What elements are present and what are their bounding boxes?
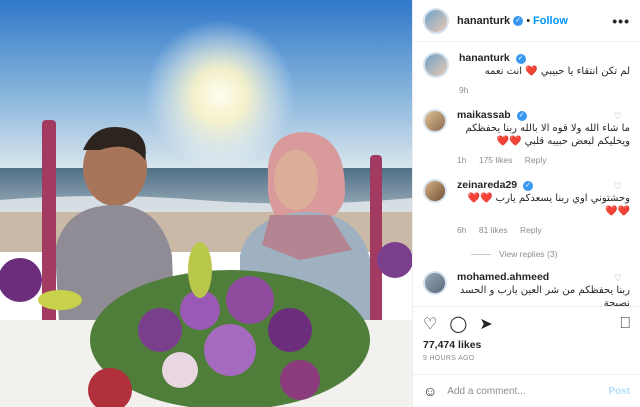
caption-avatar[interactable]	[423, 52, 449, 78]
author-username[interactable]: hananturk	[457, 15, 510, 27]
post-actions: ♡ ◯ ➤ ⎕ 77,474 likes 9 HOURS AGO	[413, 306, 640, 374]
bookmark-icon[interactable]: ⎕	[620, 315, 630, 333]
reply-button[interactable]: Reply	[520, 225, 542, 235]
reply-button[interactable]: Reply	[525, 155, 547, 165]
comment-text: ربنا يحفظكم من شر العين يارب و الحسد نصي…	[459, 285, 630, 306]
add-comment-bar: ☺ Add a comment... Post	[413, 374, 640, 407]
comment-username[interactable]: maikassab	[457, 109, 511, 121]
comment-time[interactable]: 6h	[457, 225, 466, 235]
view-replies-button[interactable]: View replies (3)	[471, 249, 630, 259]
photo-illustration	[0, 0, 412, 407]
share-send-icon[interactable]: ➤	[479, 314, 492, 334]
caption-time[interactable]: 9h	[459, 85, 468, 95]
post-time[interactable]: 9 HOURS AGO	[423, 355, 630, 362]
header-separator: •	[526, 14, 531, 27]
caption-text: لم تكن انتقاء يا حبيبي ❤️ انت نعمه	[484, 66, 630, 77]
comment-item: maikassab ✓ ما شاء الله ولا قوه الا بالل…	[423, 109, 630, 167]
verified-badge-icon: ✓	[513, 15, 524, 26]
follow-button[interactable]: Follow	[533, 15, 568, 27]
instagram-post: hananturk ✓ • Follow ••• hananturk ✓ لم …	[0, 0, 640, 407]
comment-likes[interactable]: 175 likes	[479, 155, 513, 165]
post-side-panel: hananturk ✓ • Follow ••• hananturk ✓ لم …	[412, 0, 640, 407]
comment-like-heart-icon[interactable]: ♡	[614, 111, 622, 122]
comment-likes[interactable]: 81 likes	[479, 225, 508, 235]
comment-avatar[interactable]	[423, 271, 447, 295]
emoji-icon[interactable]: ☺	[423, 383, 437, 399]
comment-username[interactable]: zeinareda29	[457, 179, 517, 191]
comment-text: ما شاء الله ولا قوه الا بالله ربنا يحفظك…	[465, 123, 630, 147]
caption-username[interactable]: hananturk	[459, 52, 510, 64]
comment-item: mohamed.ahmeed ربنا يحفظكم من شر العين ي…	[423, 271, 630, 306]
comment-avatar[interactable]	[423, 179, 447, 203]
comment-bubble-icon[interactable]: ◯	[449, 314, 467, 334]
like-heart-icon[interactable]: ♡	[423, 314, 437, 334]
comment-like-heart-icon[interactable]: ♡	[614, 181, 622, 192]
comment-item: zeinareda29 ✓ وحشتوني اوي ربنا يسعدكم يا…	[423, 179, 630, 237]
caption: hananturk ✓ لم تكن انتقاء يا حبيبي ❤️ ان…	[423, 52, 630, 97]
post-comment-button[interactable]: Post	[608, 386, 630, 397]
more-options-icon[interactable]: •••	[612, 13, 630, 29]
comments-list[interactable]: hananturk ✓ لم تكن انتقاء يا حبيبي ❤️ ان…	[413, 42, 640, 306]
comment-text: وحشتوني اوي ربنا يسعدكم يارب ❤️❤️❤️❤️	[467, 193, 630, 217]
comment-avatar[interactable]	[423, 109, 447, 133]
verified-badge-icon: ✓	[515, 54, 526, 64]
comment-like-heart-icon[interactable]: ♡	[614, 273, 622, 284]
author-avatar[interactable]	[423, 7, 449, 34]
comment-time[interactable]: 1h	[457, 155, 466, 165]
likes-count[interactable]: 77,474 likes	[423, 339, 630, 351]
post-photo[interactable]	[0, 0, 412, 407]
verified-badge-icon: ✓	[523, 181, 534, 191]
verified-badge-icon: ✓	[516, 111, 527, 121]
add-comment-input[interactable]: Add a comment...	[447, 386, 525, 397]
post-header: hananturk ✓ • Follow •••	[413, 0, 640, 42]
comment-username[interactable]: mohamed.ahmeed	[457, 271, 549, 283]
